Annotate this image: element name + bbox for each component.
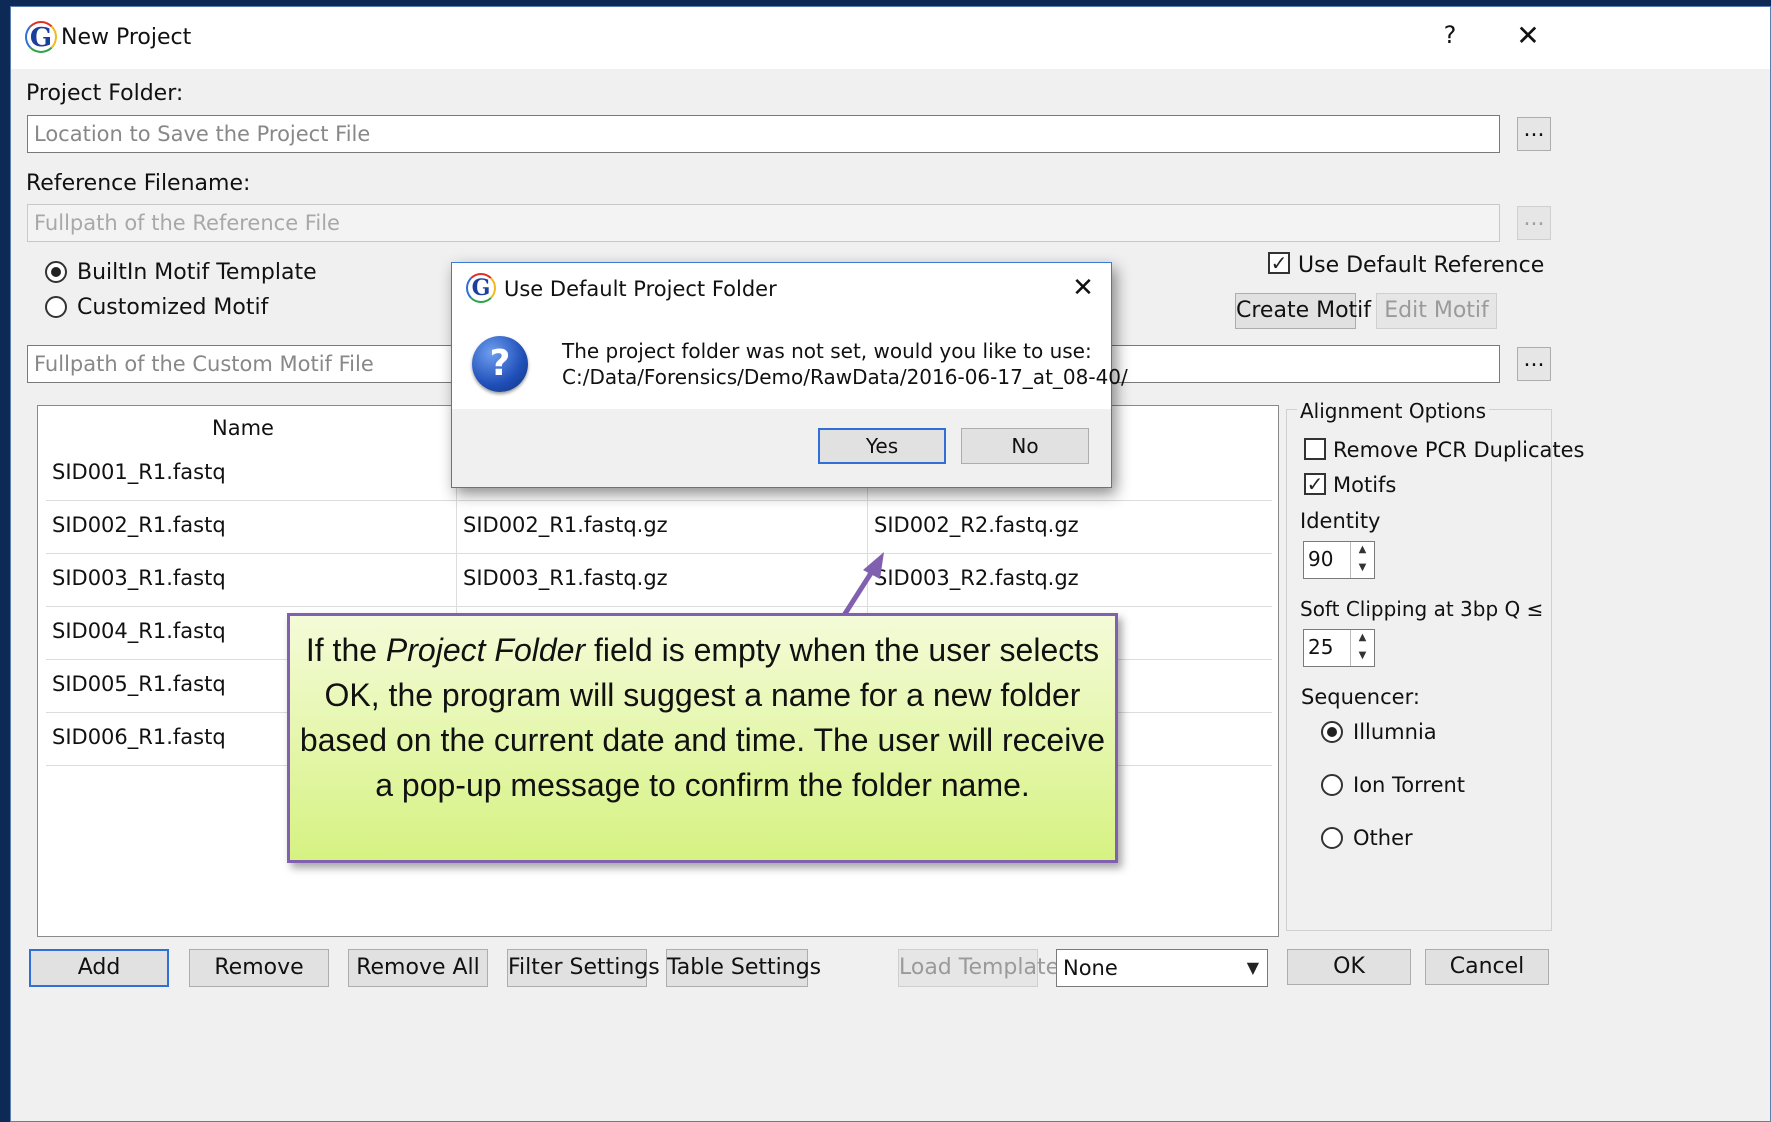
cell-r1: SID003_R1.fastq.gz	[463, 566, 668, 590]
sequencer-label: Sequencer:	[1301, 685, 1420, 709]
dialog-message-line1: The project folder was not set, would yo…	[562, 339, 1092, 363]
cell-name: SID001_R1.fastq	[52, 460, 226, 484]
identity-stepper[interactable]: ▲ ▼	[1350, 542, 1374, 578]
dialog-message-path: C:/Data/Forensics/Demo/RawData/2016-06-1…	[562, 365, 1128, 389]
title-bar: G New Project ? ✕	[11, 7, 1770, 69]
yes-button[interactable]: Yes	[818, 428, 946, 464]
sequencer-illumina-label: Illumnia	[1353, 720, 1437, 744]
custom-motif-browse-button[interactable]: ...	[1517, 347, 1551, 381]
sequencer-other-radio[interactable]	[1321, 827, 1343, 849]
project-folder-input[interactable]: Location to Save the Project File	[27, 115, 1500, 153]
remove-all-button[interactable]: Remove All	[348, 949, 488, 987]
dialog-title-bar: G Use Default Project Folder ✕	[452, 263, 1111, 315]
cell-name: SID002_R1.fastq	[52, 513, 226, 537]
identity-label: Identity	[1300, 509, 1381, 533]
table-row[interactable]: SID003_R1.fastq SID003_R1.fastq.gz SID00…	[46, 554, 1272, 607]
create-motif-button[interactable]: Create Motif	[1235, 293, 1371, 329]
add-button[interactable]: Add	[29, 949, 169, 987]
filter-settings-button[interactable]: Filter Settings	[507, 949, 660, 987]
window-title: New Project	[61, 25, 192, 50]
use-default-reference-checkbox[interactable]: ✓	[1268, 252, 1290, 274]
sequencer-ion-torrent-radio[interactable]	[1321, 774, 1343, 796]
reference-filename-label: Reference Filename:	[26, 171, 251, 196]
app-logo-icon: G	[466, 273, 496, 303]
app-logo-icon: G	[25, 21, 57, 53]
default-folder-dialog: G Use Default Project Folder ✕ ? The pro…	[451, 262, 1128, 488]
cell-name: SID006_R1.fastq	[52, 725, 226, 749]
customized-motif-label: Customized Motif	[77, 295, 269, 320]
step-down-icon[interactable]: ▼	[1351, 648, 1374, 666]
help-button[interactable]: ?	[1435, 21, 1465, 49]
load-template-button: Load Template	[898, 949, 1059, 987]
no-button[interactable]: No	[961, 428, 1089, 464]
soft-clipping-label: Soft Clipping at 3bp Q ≤	[1300, 597, 1544, 621]
use-default-reference-label: Use Default Reference	[1298, 253, 1545, 278]
project-folder-browse-button[interactable]: ...	[1517, 117, 1551, 151]
dialog-title: Use Default Project Folder	[504, 277, 777, 301]
column-header-name[interactable]: Name	[38, 416, 448, 440]
customized-motif-radio[interactable]	[45, 296, 67, 318]
cell-r2: SID002_R2.fastq.gz	[874, 513, 1079, 537]
new-project-window: G New Project ? ✕ Project Folder: Locati…	[10, 6, 1771, 1122]
question-icon: ?	[472, 336, 528, 392]
cell-r2: SID003_R2.fastq.gz	[874, 566, 1079, 590]
step-down-icon[interactable]: ▼	[1351, 560, 1374, 578]
alignment-options-title: Alignment Options	[1297, 399, 1489, 423]
identity-spinbox[interactable]: 90 ▲ ▼	[1303, 541, 1375, 579]
callout-text-emphasis: Project Folder	[385, 632, 586, 668]
cell-name: SID003_R1.fastq	[52, 566, 226, 590]
table-row[interactable]: SID002_R1.fastq SID002_R1.fastq.gz SID00…	[46, 501, 1272, 554]
close-window-button[interactable]: ✕	[1511, 19, 1545, 52]
chevron-down-icon: ▼	[1246, 958, 1259, 977]
step-up-icon[interactable]: ▲	[1351, 630, 1374, 648]
annotation-callout: If the Project Folder field is empty whe…	[287, 613, 1118, 863]
cell-r1: SID002_R1.fastq.gz	[463, 513, 668, 537]
soft-clipping-stepper[interactable]: ▲ ▼	[1350, 630, 1374, 666]
cell-name: SID004_R1.fastq	[52, 619, 226, 643]
remove-button[interactable]: Remove	[189, 949, 329, 987]
builtin-motif-label: BuiltIn Motif Template	[77, 260, 317, 285]
builtin-motif-radio[interactable]	[45, 261, 67, 283]
ok-button[interactable]: OK	[1287, 949, 1411, 985]
template-select[interactable]: None ▼	[1056, 949, 1268, 987]
remove-pcr-duplicates-label: Remove PCR Duplicates	[1333, 438, 1585, 462]
cancel-button[interactable]: Cancel	[1425, 949, 1549, 985]
table-settings-button[interactable]: Table Settings	[666, 949, 821, 987]
sequencer-ion-torrent-label: Ion Torrent	[1353, 773, 1466, 797]
edit-motif-button: Edit Motif	[1376, 293, 1497, 329]
template-select-value: None	[1063, 956, 1118, 980]
cell-name: SID005_R1.fastq	[52, 672, 226, 696]
step-up-icon[interactable]: ▲	[1351, 542, 1374, 560]
soft-clipping-spinbox[interactable]: 25 ▲ ▼	[1303, 629, 1375, 667]
reference-browse-button: ...	[1517, 206, 1551, 240]
identity-value: 90	[1308, 547, 1334, 571]
remove-pcr-duplicates-checkbox[interactable]	[1304, 438, 1326, 460]
callout-text-start: If the	[305, 632, 386, 668]
soft-clipping-value: 25	[1308, 635, 1334, 659]
motifs-checkbox[interactable]: ✓	[1304, 473, 1326, 495]
reference-filename-input: Fullpath of the Reference File	[27, 204, 1500, 242]
project-folder-label: Project Folder:	[26, 81, 184, 106]
sequencer-illumina-radio[interactable]	[1321, 721, 1343, 743]
dialog-close-button[interactable]: ✕	[1068, 273, 1098, 303]
sequencer-other-label: Other	[1353, 826, 1413, 850]
motifs-label: Motifs	[1333, 473, 1397, 497]
